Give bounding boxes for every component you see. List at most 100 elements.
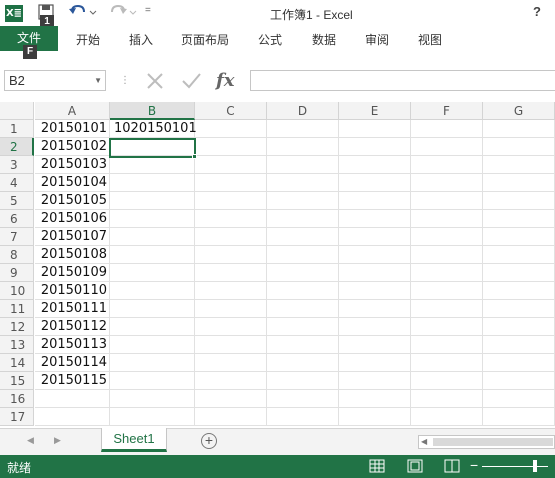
cell-c1[interactable] <box>195 120 267 138</box>
scrollbar-thumb[interactable] <box>433 438 553 446</box>
cell-f14[interactable] <box>411 354 483 372</box>
cell-c2[interactable] <box>195 138 267 156</box>
column-header-a[interactable]: A <box>35 102 110 120</box>
horizontal-scrollbar[interactable]: ◀ <box>418 435 555 449</box>
cell-b6[interactable] <box>110 210 195 228</box>
select-all-button[interactable] <box>0 102 34 120</box>
row-header[interactable]: 12 <box>0 318 34 336</box>
cell-d3[interactable] <box>267 156 339 174</box>
cell-c16[interactable] <box>195 390 267 408</box>
cell-d14[interactable] <box>267 354 339 372</box>
tab-home[interactable]: 开始 <box>76 31 100 48</box>
customize-qat-button[interactable]: = <box>145 5 155 19</box>
cell-f3[interactable] <box>411 156 483 174</box>
row-header[interactable]: 13 <box>0 336 34 354</box>
tab-page-layout[interactable]: 页面布局 <box>181 31 229 48</box>
row-header[interactable]: 4 <box>0 174 34 192</box>
column-header-b[interactable]: B <box>110 102 195 120</box>
cell-f10[interactable] <box>411 282 483 300</box>
row-header[interactable]: 2 <box>0 138 34 156</box>
cell-a10[interactable]: 20150110 <box>35 282 110 300</box>
row-header[interactable]: 6 <box>0 210 34 228</box>
cell-d5[interactable] <box>267 192 339 210</box>
cell-b7[interactable] <box>110 228 195 246</box>
cell-c12[interactable] <box>195 318 267 336</box>
row-header[interactable]: 3 <box>0 156 34 174</box>
cell-b14[interactable] <box>110 354 195 372</box>
cell-g7[interactable] <box>483 228 555 246</box>
cell-e3[interactable] <box>339 156 411 174</box>
cell-g9[interactable] <box>483 264 555 282</box>
column-header-f[interactable]: F <box>411 102 483 120</box>
cell-b9[interactable] <box>110 264 195 282</box>
cell-b8[interactable] <box>110 246 195 264</box>
cell-a11[interactable]: 20150111 <box>35 300 110 318</box>
normal-view-button[interactable] <box>367 457 387 475</box>
cell-a15[interactable]: 20150115 <box>35 372 110 390</box>
cell-a9[interactable]: 20150109 <box>35 264 110 282</box>
cell-f12[interactable] <box>411 318 483 336</box>
cell-c13[interactable] <box>195 336 267 354</box>
column-header-g[interactable]: G <box>483 102 555 120</box>
cell-b2[interactable] <box>110 138 195 156</box>
tab-sheet1[interactable]: Sheet1 <box>101 428 167 452</box>
cell-g6[interactable] <box>483 210 555 228</box>
scroll-sheets-left-icon[interactable]: ◀ <box>27 435 34 446</box>
cell-d12[interactable] <box>267 318 339 336</box>
cell-a17[interactable] <box>35 408 110 426</box>
cell-b17[interactable] <box>110 408 195 426</box>
zoom-slider[interactable] <box>482 466 548 467</box>
cell-c8[interactable] <box>195 246 267 264</box>
cell-a12[interactable]: 20150112 <box>35 318 110 336</box>
cell-d7[interactable] <box>267 228 339 246</box>
zoom-out-button[interactable]: − <box>470 457 478 473</box>
cell-b15[interactable] <box>110 372 195 390</box>
cell-e12[interactable] <box>339 318 411 336</box>
formula-input[interactable] <box>250 70 555 91</box>
cell-c7[interactable] <box>195 228 267 246</box>
row-header[interactable]: 14 <box>0 354 34 372</box>
cell-d2[interactable] <box>267 138 339 156</box>
cell-f13[interactable] <box>411 336 483 354</box>
cell-d15[interactable] <box>267 372 339 390</box>
cell-c9[interactable] <box>195 264 267 282</box>
cell-e8[interactable] <box>339 246 411 264</box>
cell-a13[interactable]: 20150113 <box>35 336 110 354</box>
cell-c3[interactable] <box>195 156 267 174</box>
name-box[interactable]: B2 ▼ <box>4 70 106 91</box>
row-header[interactable]: 8 <box>0 246 34 264</box>
row-header[interactable]: 7 <box>0 228 34 246</box>
cell-d1[interactable] <box>267 120 339 138</box>
cell-f9[interactable] <box>411 264 483 282</box>
cell-g15[interactable] <box>483 372 555 390</box>
cell-d13[interactable] <box>267 336 339 354</box>
formula-bar-grip[interactable]: ⋮ <box>120 75 130 86</box>
cell-c15[interactable] <box>195 372 267 390</box>
cell-a16[interactable] <box>35 390 110 408</box>
cell-c10[interactable] <box>195 282 267 300</box>
save-button[interactable]: 1 <box>38 4 54 29</box>
cell-e11[interactable] <box>339 300 411 318</box>
cell-f17[interactable] <box>411 408 483 426</box>
cell-f11[interactable] <box>411 300 483 318</box>
cell-f6[interactable] <box>411 210 483 228</box>
tab-formulas[interactable]: 公式 <box>258 31 282 48</box>
cell-c6[interactable] <box>195 210 267 228</box>
tab-insert[interactable]: 插入 <box>129 31 153 48</box>
cell-g4[interactable] <box>483 174 555 192</box>
cell-a3[interactable]: 20150103 <box>35 156 110 174</box>
cell-a6[interactable]: 20150106 <box>35 210 110 228</box>
cell-b13[interactable] <box>110 336 195 354</box>
cell-g10[interactable] <box>483 282 555 300</box>
cell-a2[interactable]: 20150102 <box>35 138 110 156</box>
cell-g5[interactable] <box>483 192 555 210</box>
cell-d10[interactable] <box>267 282 339 300</box>
cell-b10[interactable] <box>110 282 195 300</box>
row-header[interactable]: 1 <box>0 120 34 138</box>
page-break-view-button[interactable] <box>442 457 462 475</box>
cell-a5[interactable]: 20150105 <box>35 192 110 210</box>
cell-e9[interactable] <box>339 264 411 282</box>
cell-d8[interactable] <box>267 246 339 264</box>
cell-g12[interactable] <box>483 318 555 336</box>
redo-button[interactable] <box>108 3 138 21</box>
